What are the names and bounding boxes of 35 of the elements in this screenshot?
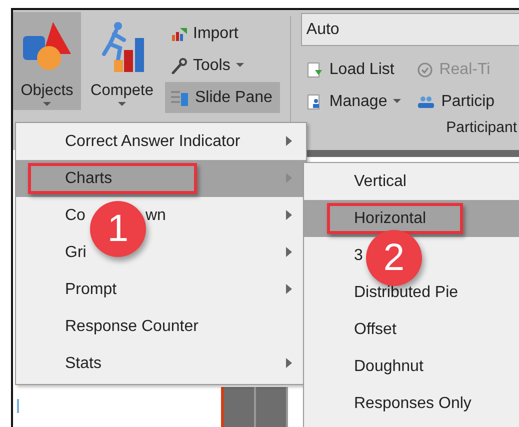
- step-badge: 2: [366, 230, 422, 286]
- menu-item[interactable]: Prompt: [65, 280, 117, 298]
- menu-item[interactable]: Horizontal: [354, 210, 426, 228]
- ribbon-button[interactable]: Objects: [13, 12, 81, 110]
- input-field[interactable]: Auto: [301, 13, 519, 46]
- ribbon-button[interactable]: Tools: [165, 50, 280, 81]
- menu-item[interactable]: Responses Only: [354, 394, 472, 412]
- check-circle-icon: [417, 62, 434, 78]
- menu-item[interactable]: Gri: [65, 244, 86, 262]
- chart-icon: [171, 26, 187, 40]
- menu-item[interactable]: Vertical: [354, 172, 406, 190]
- menu-item[interactable]: 3: [354, 246, 363, 264]
- ribbon-button[interactable]: Compete: [81, 12, 163, 110]
- menu-item-fragment[interactable]: wn: [145, 206, 166, 224]
- ribbon-button[interactable]: Manage: [301, 86, 410, 117]
- ribbon-button[interactable]: Particip: [411, 86, 503, 117]
- group-label: Participant: [446, 119, 517, 136]
- menu-item[interactable]: Offset: [354, 320, 396, 338]
- list-icon: [307, 62, 324, 78]
- menu-item[interactable]: Stats: [65, 354, 102, 372]
- people-icon: [417, 94, 436, 110]
- menu-item[interactable]: Response Counter: [65, 318, 198, 336]
- panel-bar: [256, 387, 288, 427]
- menu-item[interactable]: Charts: [65, 170, 112, 188]
- wrench-icon: [171, 58, 187, 74]
- ribbon-button[interactable]: Slide Pane: [165, 82, 280, 113]
- ribbon-button[interactable]: Load List: [301, 54, 410, 85]
- slide-pane-icon: [171, 90, 189, 106]
- ribbon-button[interactable]: Import: [165, 18, 280, 49]
- step-badge: 1: [90, 201, 146, 257]
- panel-bar: [224, 387, 256, 427]
- menu-item[interactable]: Doughnut: [354, 358, 424, 376]
- menu-item[interactable]: Distributed Pie: [354, 284, 458, 302]
- menu-item[interactable]: Co: [65, 206, 86, 224]
- menu-item[interactable]: Correct Answer Indicator: [65, 132, 240, 150]
